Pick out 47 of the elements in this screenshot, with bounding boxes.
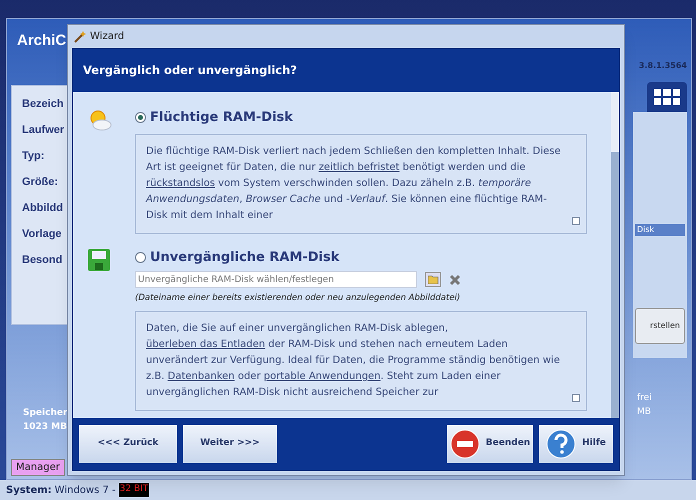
text-link[interactable]: zeitlich befristet [318,162,400,172]
radio-button[interactable] [135,252,146,263]
field-label: Bezeich [22,97,64,112]
status-value: Windows 7 - [54,484,116,498]
free-label: frei [637,392,652,405]
radio-button[interactable] [135,112,146,124]
create-button[interactable]: rstellen [635,308,685,344]
version-text: 3.8.1.3564 [638,60,687,72]
back-button[interactable]: <<< Zurück [79,425,177,463]
field-label: Abbildd [22,201,63,216]
next-button[interactable]: Weiter >>> [183,425,277,463]
scroll-down-icon[interactable] [572,394,580,402]
description-text: Die flüchtige RAM-Disk verliert nach jedem Schließen den kompletten Inhalt. Diese Art ist geeignet für Daten, die nur zeitlich befristet benötigt werden und die rückstandslos vom System verschwinden sollen. Dazu zäheln z.B. temporäre Anwendungsdaten, Browser Cache und -Verlauf. Sie können eine flüchtige RAM-Disk mit dem Inhalt einer [146,144,562,222]
folder-open-icon[interactable] [425,272,441,287]
grid-icon[interactable] [647,82,687,112]
status-label: System: [6,484,52,498]
clear-icon[interactable] [449,274,461,286]
text-link[interactable]: Datenbanken [168,370,235,382]
memory-label: Speicher [23,407,68,420]
text-link[interactable]: portable Anwendungen [264,370,381,382]
row-label: Disk [635,224,685,236]
scroll-down-icon[interactable] [572,216,580,224]
scrollbar[interactable] [611,92,619,418]
stop-icon [450,429,480,459]
memory-value: 1023 MB [23,420,67,434]
hint-text: (Dateiname einer bereits existierenden oder neu anzulegenden Abbilddatei) [135,292,462,305]
option-label[interactable]: Unvergängliche RAM-Disk [150,248,340,267]
field-label: Besond [22,253,62,268]
dialog-heading: Vergänglich oder unvergänglich? [83,62,297,79]
text-link[interactable]: rückstandslos [146,178,215,188]
field-label: Größe: [22,175,58,190]
text-link[interactable]: überleben das Entladen [146,338,266,350]
manager-tab[interactable]: Manager [11,459,65,476]
wand-icon [74,30,86,42]
help-button[interactable]: Hilfe [539,425,613,463]
file-path-field[interactable]: Unvergängliche RAM-Disk wählen/festlegen [135,271,417,288]
dialog-title: Wizard [90,30,124,44]
field-label: Typ: [22,149,44,164]
field-label: Vorlage [22,227,62,242]
help-icon [546,429,576,459]
app-title: ArchiC [17,30,66,51]
field-label: Laufwer [22,123,64,138]
bit-badge: 32 BIT [118,483,150,497]
free-value: MB [637,406,651,418]
description-text: Daten, die Sie auf einer unvergänglichen RAM-Disk ablegen, überleben das Entladen der RAM-Disk und stehen nach erneutem Laden unverändert zur Verfügung. Ideal für Daten, die Programme ständig benötigen wie z.B. Datenbanken oder portable Anwendungen. Steht zum Laden einer unvergänglichen RAM-Disk nicht ausreichend Speicher zur [146,322,561,400]
quit-button[interactable]: Beenden [447,425,533,463]
option-label[interactable]: Flüchtige RAM-Disk [150,108,293,128]
